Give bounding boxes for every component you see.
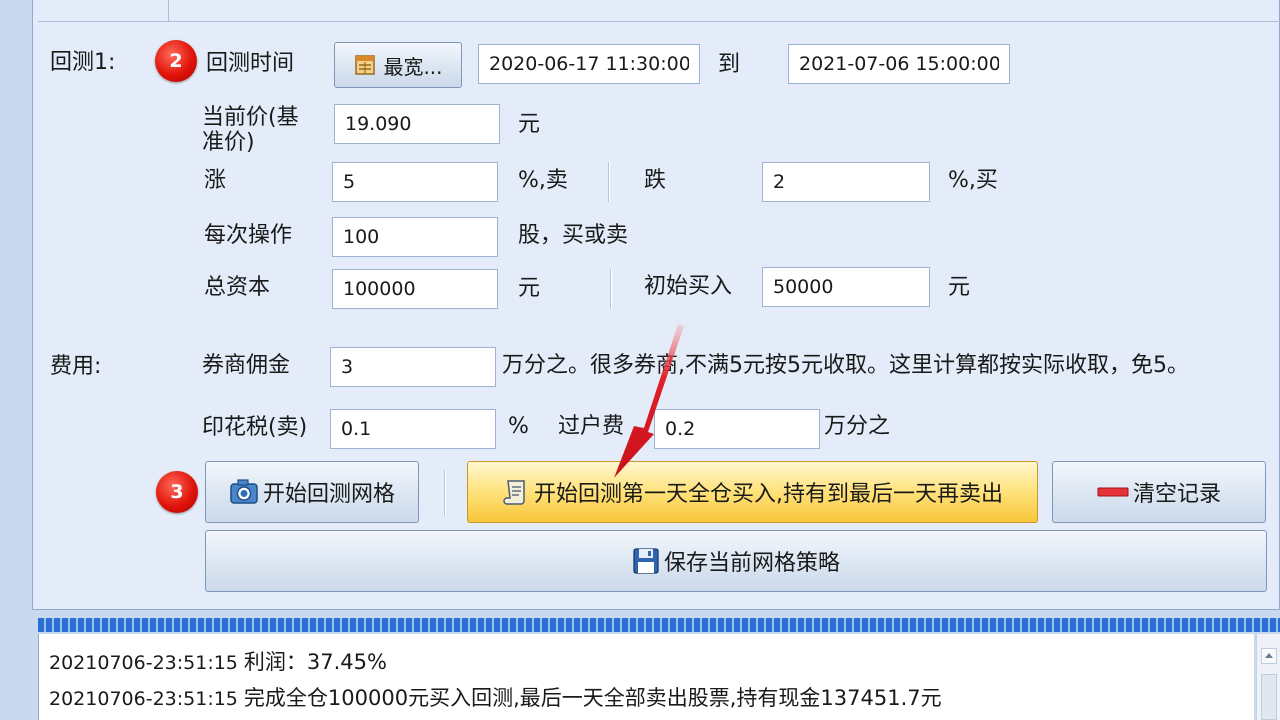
- rise-fall-separator: [608, 162, 610, 202]
- widest-range-button-label: 最宽...: [383, 54, 443, 79]
- total-capital-label: 总资本: [204, 275, 271, 300]
- per-operation-label: 每次操作: [204, 223, 293, 248]
- minus-icon: [1097, 487, 1129, 497]
- scroll-thumb[interactable]: [1261, 674, 1277, 720]
- step-2-badge: 2: [155, 40, 197, 82]
- clear-records-label: 清空记录: [1132, 482, 1221, 507]
- start-grid-backtest-button[interactable]: 开始回测网格: [205, 461, 419, 523]
- fall-percent-input[interactable]: [762, 162, 930, 202]
- current-price-unit: 元: [518, 112, 541, 137]
- initial-buy-input[interactable]: [762, 267, 930, 307]
- current-price-label-line1: 当前价(基: [202, 105, 299, 130]
- to-label: 到: [718, 52, 741, 77]
- top-strip-separator: [168, 0, 169, 22]
- transfer-fee-unit: 万分之: [824, 414, 891, 439]
- fall-unit: %,买: [948, 168, 998, 193]
- log-message: 利润：37.45%: [243, 650, 387, 674]
- log-line: 20210706-23:51:15 利润：37.45%: [49, 650, 387, 675]
- capital-separator: [610, 269, 612, 309]
- widest-range-button[interactable]: 最宽...: [334, 42, 462, 88]
- button-separator: [444, 470, 446, 516]
- current-price-input[interactable]: [334, 104, 500, 144]
- rise-unit: %,卖: [518, 168, 568, 193]
- per-operation-input[interactable]: [332, 217, 498, 257]
- scroll-up-arrow-icon[interactable]: [1261, 648, 1277, 664]
- per-operation-unit: 股，买或卖: [518, 223, 629, 248]
- step-3-badge: 3: [156, 471, 198, 513]
- start-full-position-backtest-label: 开始回测第一天全仓买入,持有到最后一天再卖出: [534, 482, 1003, 507]
- end-time-input[interactable]: [788, 44, 1010, 84]
- calendar-icon: [355, 55, 376, 75]
- total-capital-input[interactable]: [332, 269, 498, 309]
- commission-input[interactable]: [330, 347, 496, 387]
- stamp-tax-unit: %: [508, 414, 529, 439]
- backtest-section-label: 回测1:: [50, 50, 116, 75]
- log-splitter[interactable]: [38, 618, 1280, 632]
- start-full-position-backtest-button[interactable]: 开始回测第一天全仓买入,持有到最后一天再卖出: [467, 461, 1038, 523]
- commission-label: 券商佣金: [202, 353, 291, 378]
- stamp-tax-input[interactable]: [330, 409, 496, 449]
- scroll-icon: [503, 480, 525, 505]
- clear-records-button[interactable]: 清空记录: [1052, 461, 1266, 523]
- transfer-fee-input[interactable]: [654, 409, 820, 449]
- log-list: 20210706-23:51:15 利润：37.45% 20210706-23:5…: [38, 634, 1254, 720]
- current-price-label-line2: 准价): [202, 130, 255, 155]
- save-grid-strategy-button[interactable]: 保存当前网格策略: [205, 530, 1267, 592]
- save-icon: [633, 548, 659, 574]
- transfer-fee-label: 过户费: [558, 414, 625, 439]
- fall-label: 跌: [644, 168, 667, 193]
- fees-section-label: 费用:: [50, 354, 102, 379]
- commission-note: 万分之。很多券商,不满5元按5元收取。这里计算都按实际收取，免5。: [502, 353, 1189, 378]
- rise-label: 涨: [204, 168, 227, 193]
- start-grid-backtest-label: 开始回测网格: [262, 482, 395, 507]
- log-time: 20210706-23:51:15: [49, 688, 238, 710]
- log-message: 完成全仓100000元买入回测,最后一天全部卖出股票,持有现金137451.7元: [243, 686, 942, 710]
- initial-buy-unit: 元: [948, 275, 971, 300]
- top-strip: [38, 0, 1280, 22]
- initial-buy-label: 初始买入: [644, 274, 733, 299]
- stamp-tax-label: 印花税(卖): [202, 415, 308, 440]
- rise-percent-input[interactable]: [332, 162, 498, 202]
- log-time: 20210706-23:51:15: [49, 652, 238, 674]
- log-scrollbar[interactable]: [1256, 634, 1280, 720]
- start-time-input[interactable]: [478, 44, 700, 84]
- log-line: 20210706-23:51:15 完成全仓100000元买入回测,最后一天全部卖…: [49, 686, 942, 711]
- backtest-time-label: 回测时间: [206, 51, 295, 76]
- camera-icon: [230, 479, 258, 504]
- save-grid-strategy-label: 保存当前网格策略: [663, 551, 840, 576]
- total-capital-unit: 元: [518, 276, 541, 301]
